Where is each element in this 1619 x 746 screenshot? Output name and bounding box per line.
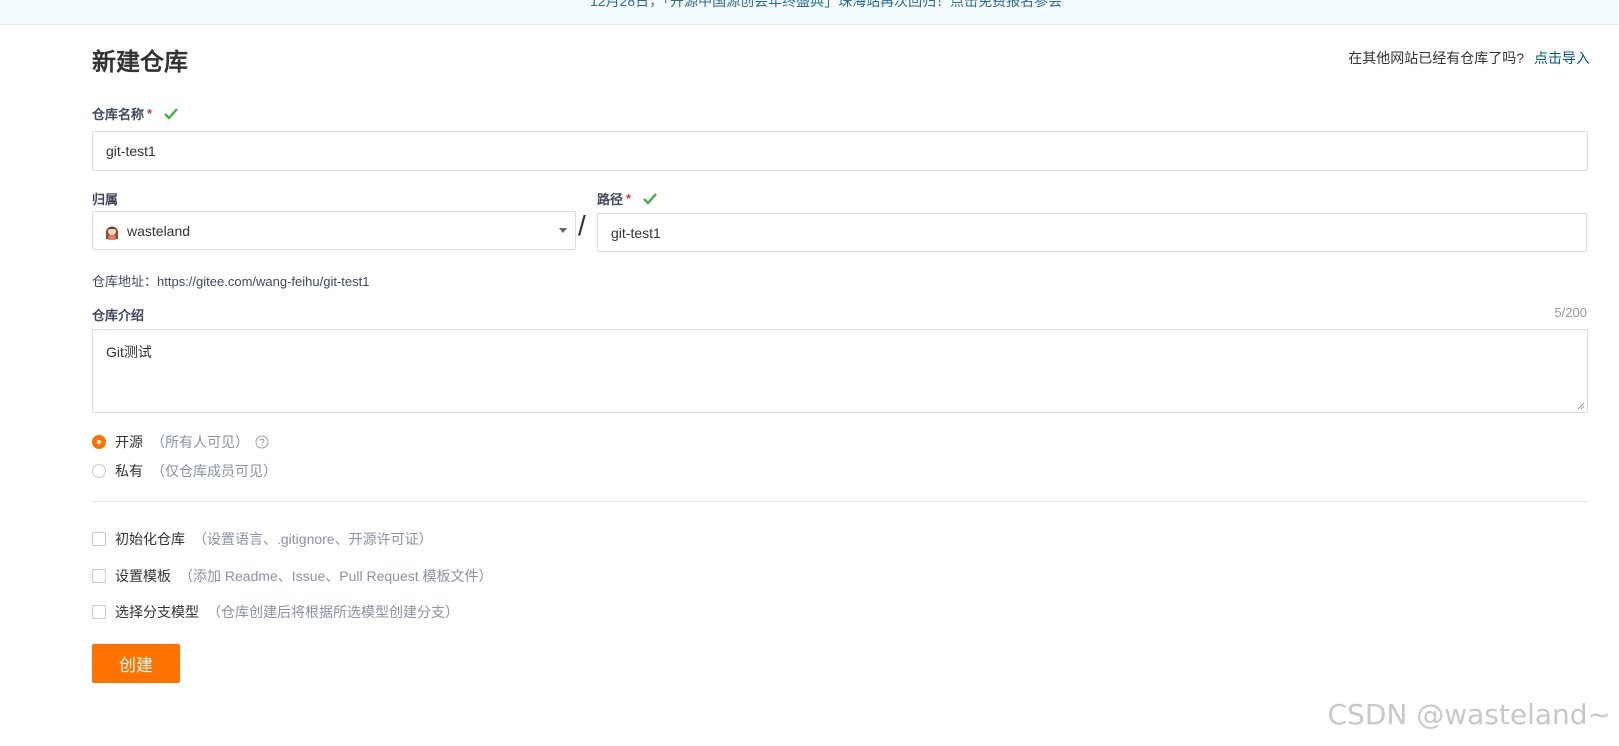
owner-select[interactable]: wasteland: [92, 211, 576, 250]
path-label-text: 路径: [597, 192, 624, 207]
repo-name-input[interactable]: git-test1: [92, 131, 1588, 171]
branch-model-hint: （仓库创建后将根据所选模型创建分支）: [207, 604, 459, 620]
branch-model-option[interactable]: 选择分支模型 （仓库创建后将根据所选模型创建分支）: [92, 602, 459, 622]
import-link[interactable]: 点击导入: [1534, 50, 1590, 66]
template-label: 设置模板: [115, 568, 171, 584]
private-label: 私有: [115, 463, 143, 479]
owner-value: wasteland: [127, 222, 191, 239]
avatar: [103, 222, 121, 240]
public-hint: （所有人可见）: [151, 434, 249, 450]
chevron-down-icon: [559, 228, 567, 233]
branch-model-label: 选择分支模型: [115, 604, 199, 620]
repo-address: 仓库地址：https://gitee.com/wang-feihu/git-te…: [92, 271, 369, 290]
init-repo-hint: （设置语言、.gitignore、开源许可证）: [193, 531, 433, 547]
private-hint: （仅仓库成员可见）: [151, 463, 277, 479]
repo-address-value: https://gitee.com/wang-feihu/git-test1: [157, 274, 370, 289]
import-prompt: 在其他网站已经有仓库了吗? 点击导入: [1348, 48, 1590, 68]
template-hint: （添加 Readme、Issue、Pull Request 模板文件）: [179, 568, 493, 584]
intro-value: Git测试: [106, 344, 152, 360]
repo-name-label: 仓库名称 *: [92, 104, 178, 123]
branch-model-checkbox[interactable]: [92, 605, 106, 619]
check-icon: [164, 107, 178, 120]
divider: [92, 501, 1588, 502]
intro-textarea[interactable]: Git测试: [92, 329, 1588, 413]
template-checkbox[interactable]: [92, 569, 106, 583]
path-label: 路径 *: [597, 189, 657, 208]
init-repo-option[interactable]: 初始化仓库 （设置语言、.gitignore、开源许可证）: [92, 529, 433, 549]
watermark: CSDN @wasteland~: [1327, 698, 1612, 731]
path-value: git-test1: [611, 224, 661, 241]
create-button[interactable]: 创建: [92, 644, 180, 683]
init-repo-label: 初始化仓库: [115, 531, 185, 547]
repo-name-label-text: 仓库名称: [92, 107, 145, 122]
import-question: 在其他网站已经有仓库了吗?: [1348, 50, 1524, 66]
private-radio[interactable]: [92, 464, 106, 478]
banner-text[interactable]: 12月28日，「开源中国源创会年终盛典」珠海站再次回归！点击免费报名参会: [590, 0, 1062, 11]
path-input[interactable]: git-test1: [597, 213, 1587, 252]
public-radio[interactable]: [92, 435, 106, 449]
public-label: 开源: [115, 434, 143, 450]
template-option[interactable]: 设置模板 （添加 Readme、Issue、Pull Request 模板文件）: [92, 566, 493, 586]
owner-label-text: 归属: [92, 192, 119, 207]
char-count: 5/200: [1554, 305, 1587, 320]
check-icon: [643, 192, 657, 205]
repo-address-label: 仓库地址：: [92, 274, 158, 289]
resize-handle-icon[interactable]: [1577, 402, 1585, 410]
intro-label-text: 仓库介绍: [92, 308, 145, 323]
visibility-private-option[interactable]: 私有 （仅仓库成员可见）: [92, 461, 277, 481]
visibility-public-option[interactable]: 开源 （所有人可见）: [92, 432, 269, 452]
announcement-banner[interactable]: 12月28日，「开源中国源创会年终盛典」珠海站再次回归！点击免费报名参会: [0, 0, 1619, 25]
required-mark: *: [626, 191, 632, 206]
owner-label: 归属: [92, 189, 118, 208]
intro-label: 仓库介绍: [92, 305, 144, 324]
init-repo-checkbox[interactable]: [92, 532, 106, 546]
help-icon[interactable]: [255, 435, 269, 449]
page-title: 新建仓库: [92, 49, 188, 76]
path-separator: /: [578, 210, 586, 241]
required-mark: *: [147, 106, 153, 121]
repo-name-value: git-test1: [106, 143, 156, 159]
